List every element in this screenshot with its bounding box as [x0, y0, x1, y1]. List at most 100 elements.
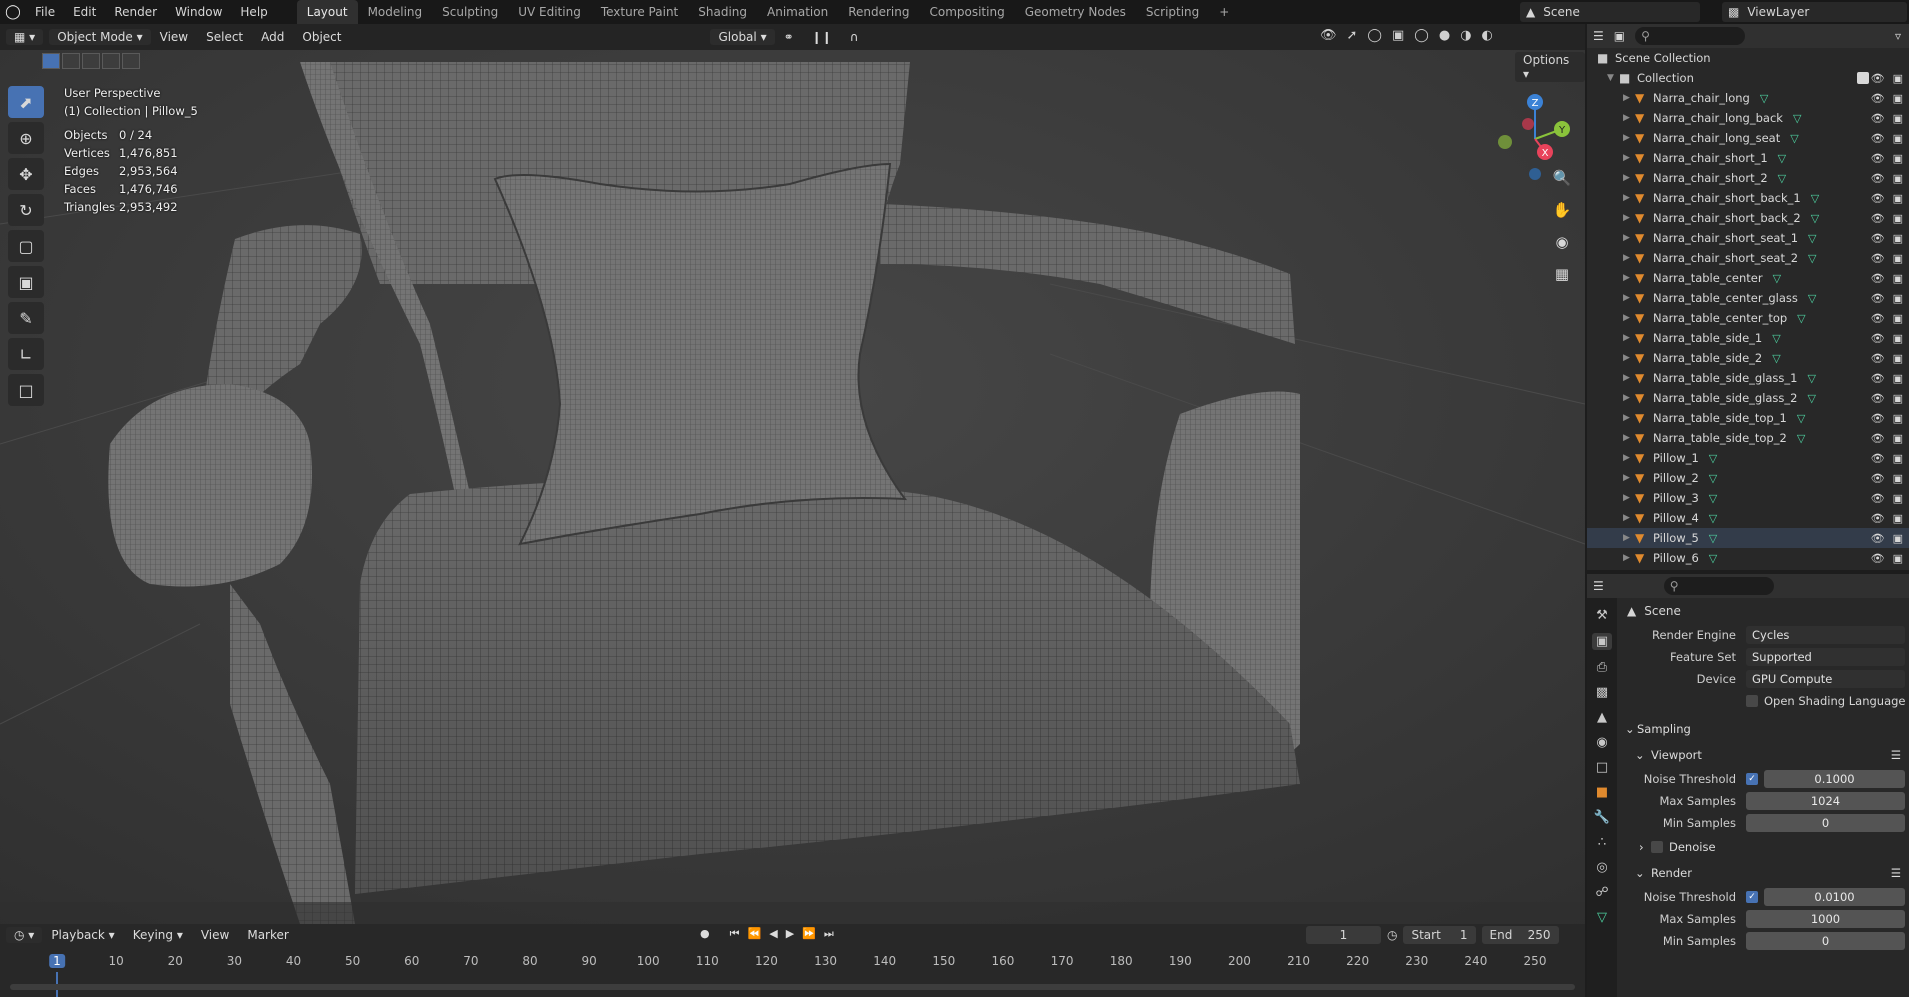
scale-tool-icon[interactable]: ▢: [8, 230, 44, 262]
scene-collection-row[interactable]: ■ Scene Collection: [1587, 48, 1909, 68]
collection-row[interactable]: ▼ ■ Collection 👁 ▣: [1587, 68, 1909, 88]
list-icon[interactable]: ☰: [1891, 866, 1901, 880]
expand-toggle-icon[interactable]: ▶: [1623, 193, 1635, 203]
mesh-data-icon[interactable]: ▽: [1778, 152, 1786, 165]
expand-toggle-icon[interactable]: ▶: [1623, 513, 1635, 523]
view-layer-tab-icon[interactable]: ▩: [1596, 685, 1608, 700]
outliner-item[interactable]: ▶ ▼ Narra_table_center_top ▽ 👁 ▣: [1587, 308, 1909, 328]
end-frame-field[interactable]: End 250: [1481, 926, 1559, 944]
menu-view[interactable]: View: [151, 30, 197, 44]
eye-icon[interactable]: 👁: [1871, 92, 1885, 105]
render-camera-icon[interactable]: ▣: [1893, 452, 1903, 465]
data-tab-icon[interactable]: ▽: [1597, 910, 1607, 925]
modifier-tab-icon[interactable]: 🔧: [1594, 810, 1610, 825]
mesh-data-icon[interactable]: ▽: [1790, 132, 1798, 145]
neg-x-axis-handle[interactable]: [1522, 118, 1534, 130]
expand-toggle-icon[interactable]: ▶: [1623, 413, 1635, 423]
outliner-item[interactable]: ▶ ▼ Narra_table_side_top_2 ▽ 👁 ▣: [1587, 428, 1909, 448]
rendered-shading-icon[interactable]: ◐: [1482, 28, 1493, 43]
select-new-icon[interactable]: [42, 53, 60, 69]
ortho-grid-icon[interactable]: ▦: [1548, 265, 1576, 289]
expand-toggle-icon[interactable]: ▶: [1623, 153, 1635, 163]
expand-toggle-icon[interactable]: ▶: [1623, 393, 1635, 403]
eye-icon[interactable]: 👁: [1871, 272, 1885, 285]
record-icon[interactable]: ●: [700, 927, 710, 941]
render-camera-icon[interactable]: ▣: [1893, 512, 1903, 525]
expand-toggle-icon[interactable]: ▶: [1623, 353, 1635, 363]
render-camera-icon[interactable]: ▣: [1893, 292, 1903, 305]
render-camera-icon[interactable]: ▣: [1893, 212, 1903, 225]
render-camera-icon[interactable]: ▣: [1893, 332, 1903, 345]
xray-icon[interactable]: ▣: [1392, 28, 1404, 43]
noise-threshold-checkbox[interactable]: ✓: [1746, 891, 1758, 903]
render-camera-icon[interactable]: ▣: [1893, 312, 1903, 325]
outliner-item[interactable]: ▶ ▼ Narra_table_side_glass_1 ▽ 👁 ▣: [1587, 368, 1909, 388]
tab-modeling[interactable]: Modeling: [358, 0, 433, 24]
render-tab-icon[interactable]: ▣: [1591, 633, 1613, 650]
play-icon[interactable]: ▶: [786, 927, 794, 941]
menu-render[interactable]: Render: [105, 0, 166, 24]
gizmo-toggle-icon[interactable]: ➚: [1347, 28, 1358, 43]
tab-scripting[interactable]: Scripting: [1136, 0, 1209, 24]
list-icon[interactable]: ☰: [1891, 748, 1901, 762]
mesh-data-icon[interactable]: ▽: [1797, 432, 1805, 445]
device-dropdown[interactable]: GPU Compute: [1746, 670, 1905, 688]
outliner-item[interactable]: ▶ ▼ Narra_table_side_1 ▽ 👁 ▣: [1587, 328, 1909, 348]
expand-toggle-icon[interactable]: ▶: [1623, 253, 1635, 263]
render-camera-icon[interactable]: ▣: [1893, 392, 1903, 405]
pivot-icon[interactable]: ⚭: [775, 30, 803, 44]
menu-object[interactable]: Object: [293, 30, 350, 44]
current-frame-field[interactable]: 1: [1306, 926, 1381, 944]
outliner-item[interactable]: ▶ ▼ Narra_table_center ▽ 👁 ▣: [1587, 268, 1909, 288]
expand-toggle-icon[interactable]: ▶: [1623, 533, 1635, 543]
denoise-subpanel-header[interactable]: › Denoise: [1621, 834, 1909, 860]
menu-edit[interactable]: Edit: [64, 0, 105, 24]
select-invert-icon[interactable]: [102, 53, 120, 69]
outliner-item[interactable]: ▶ ▼ Narra_table_center_glass ▽ 👁 ▣: [1587, 288, 1909, 308]
denoise-checkbox[interactable]: [1651, 841, 1663, 853]
measure-tool-icon[interactable]: ∟: [8, 338, 44, 370]
outliner-item[interactable]: ▶ ▼ Narra_chair_short_2 ▽ 👁 ▣: [1587, 168, 1909, 188]
solid-shading-icon[interactable]: ●: [1439, 28, 1450, 43]
tab-animation[interactable]: Animation: [757, 0, 838, 24]
render-max-samples-field[interactable]: 1000: [1746, 910, 1905, 928]
expand-toggle-icon[interactable]: ▶: [1623, 333, 1635, 343]
jump-keyframe-back-icon[interactable]: ⏪: [748, 927, 762, 941]
mesh-data-icon[interactable]: ▽: [1709, 552, 1717, 565]
eye-icon[interactable]: 👁: [1871, 292, 1885, 305]
viewport-subpanel-header[interactable]: ⌄ Viewport ☰: [1621, 742, 1909, 768]
transform-tool-icon[interactable]: ▣: [8, 266, 44, 298]
eye-icon[interactable]: 👁: [1871, 512, 1885, 525]
outliner-search-input[interactable]: ⚲: [1635, 27, 1746, 45]
render-camera-icon[interactable]: ▣: [1893, 112, 1903, 125]
menu-file[interactable]: File: [26, 0, 64, 24]
tab-layout[interactable]: Layout: [296, 0, 358, 24]
mode-dropdown[interactable]: Object Mode ▾: [49, 29, 151, 45]
eye-icon[interactable]: 👁: [1871, 312, 1885, 325]
collection-tab-icon[interactable]: □: [1596, 760, 1608, 775]
render-min-samples-field[interactable]: 0: [1746, 932, 1905, 950]
render-camera-icon[interactable]: ▣: [1893, 192, 1903, 205]
expand-toggle-icon[interactable]: ▼: [1607, 73, 1619, 83]
viewport-max-samples-field[interactable]: 1024: [1746, 792, 1905, 810]
camera-view-icon[interactable]: ◉: [1548, 233, 1576, 257]
outliner-item[interactable]: ▶ ▼ Narra_table_side_top_1 ▽ 👁 ▣: [1587, 408, 1909, 428]
render-camera-icon[interactable]: ▣: [1893, 132, 1903, 145]
outliner-item[interactable]: ▶ ▼ Narra_table_side_glass_2 ▽ 👁 ▣: [1587, 388, 1909, 408]
menu-add[interactable]: Add: [252, 30, 293, 44]
neg-y-axis-handle[interactable]: [1498, 135, 1512, 149]
editor-type-icon[interactable]: ☰: [1593, 579, 1604, 593]
object-tab-icon[interactable]: ■: [1596, 785, 1608, 800]
eye-icon[interactable]: 👁: [1871, 212, 1885, 225]
render-camera-icon[interactable]: ▣: [1893, 552, 1903, 565]
outliner-item[interactable]: ▶ ▼ Pillow_3 ▽ 👁 ▣: [1587, 488, 1909, 508]
visibility-icon[interactable]: 👁: [1320, 28, 1337, 43]
osl-checkbox[interactable]: [1746, 695, 1758, 707]
menu-window[interactable]: Window: [166, 0, 231, 24]
outliner-item[interactable]: ▶ ▼ Narra_chair_long_back ▽ 👁 ▣: [1587, 108, 1909, 128]
expand-toggle-icon[interactable]: ▶: [1623, 173, 1635, 183]
mesh-data-icon[interactable]: ▽: [1807, 372, 1815, 385]
expand-toggle-icon[interactable]: ▶: [1623, 473, 1635, 483]
scene-selector[interactable]: ▲ Scene: [1520, 2, 1700, 22]
proportional-edit-icon[interactable]: ∩: [841, 30, 868, 44]
